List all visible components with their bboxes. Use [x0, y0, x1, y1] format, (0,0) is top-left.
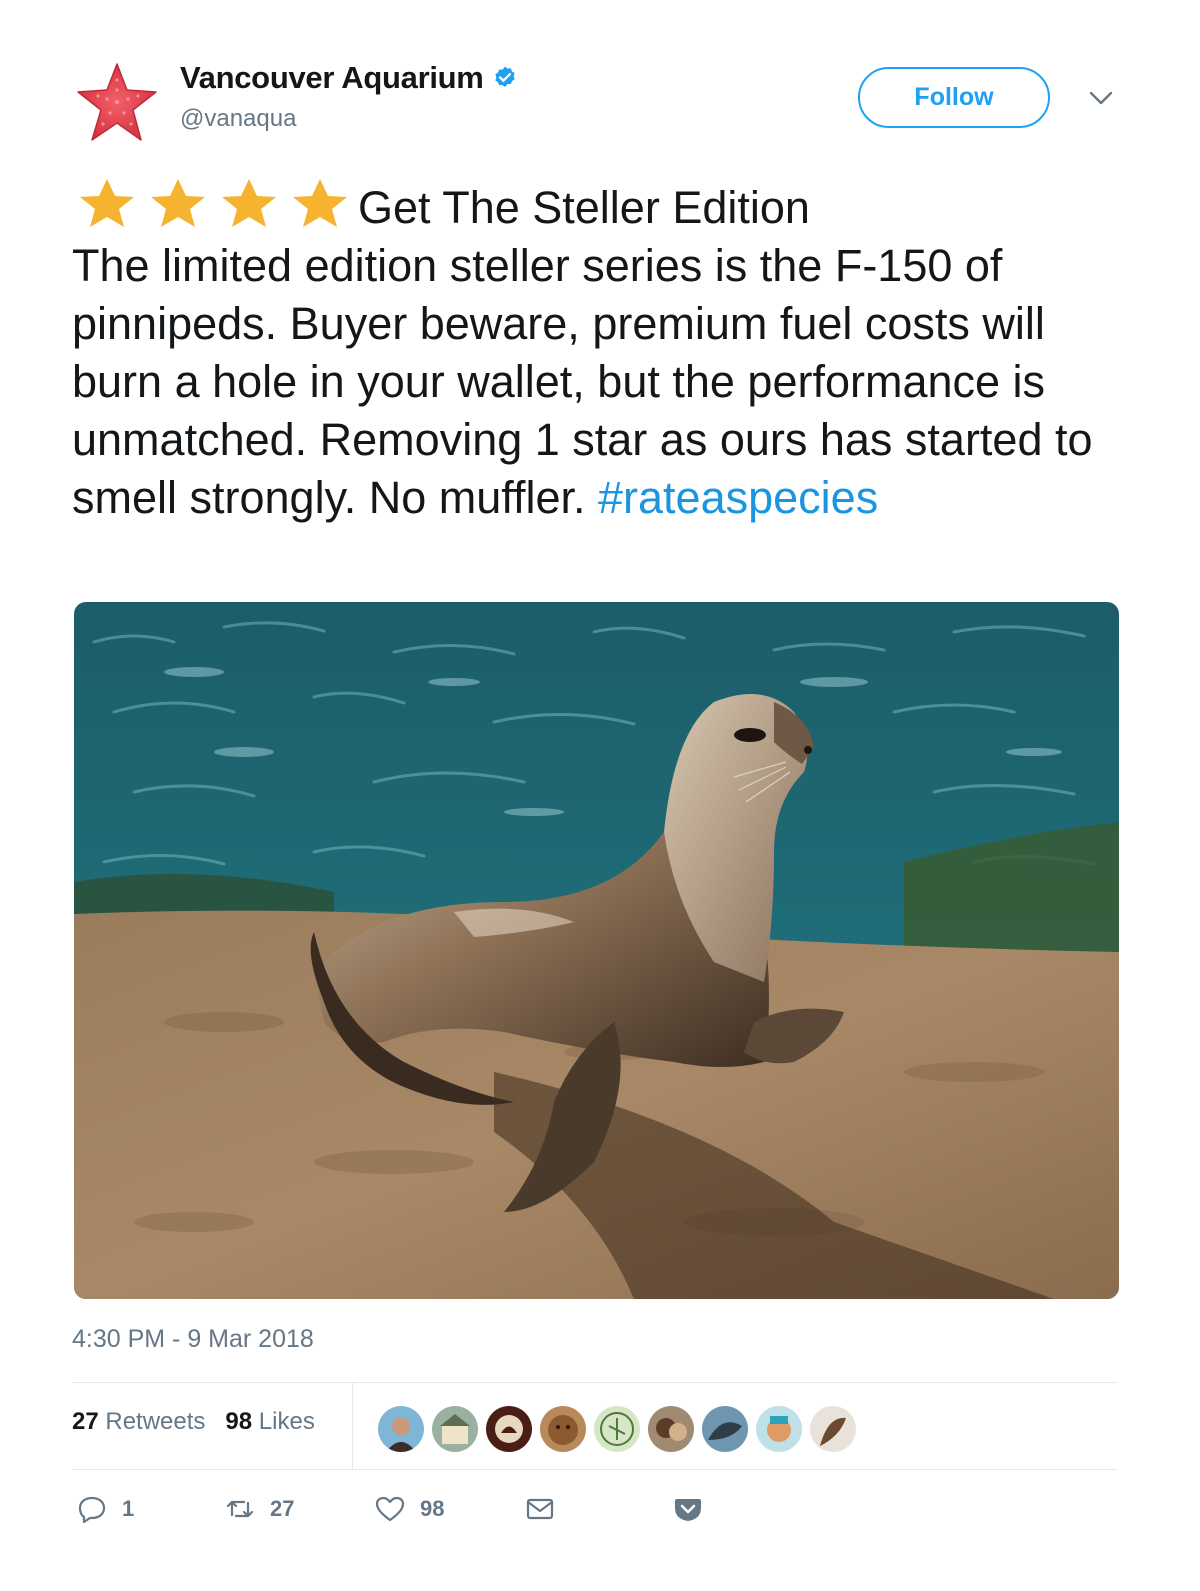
tweet-body: The limited edition steller series is th…	[72, 240, 1093, 523]
verified-badge-icon	[494, 66, 515, 87]
starfish-logo-icon	[77, 63, 157, 141]
tweet-headline: Get The Steller Edition	[358, 182, 810, 233]
retweet-icon	[226, 1500, 254, 1518]
envelope-icon	[526, 1498, 554, 1520]
tweet-photo[interactable]	[74, 602, 1119, 1299]
retweets-stat[interactable]: 27 Retweets	[72, 1408, 205, 1436]
retweets-label: Retweets	[105, 1408, 206, 1435]
chevron-down-icon	[1089, 91, 1113, 105]
stats-divider	[352, 1383, 353, 1469]
display-name[interactable]: Vancouver Aquarium	[180, 60, 518, 96]
more-menu-button[interactable]	[1086, 86, 1116, 110]
retweet-count: 27	[270, 1496, 295, 1521]
retweet-button[interactable]: 27	[224, 1493, 294, 1525]
divider	[72, 1382, 1117, 1383]
reply-button[interactable]: 1	[76, 1493, 134, 1525]
follow-button[interactable]: Follow	[858, 67, 1050, 128]
divider	[72, 1469, 1117, 1470]
liker-avatar[interactable]	[700, 1404, 750, 1454]
tweet-timestamp[interactable]: 4:30 PM - 9 Mar 2018	[72, 1325, 314, 1354]
liker-avatar[interactable]	[808, 1404, 858, 1454]
liker-avatar[interactable]	[592, 1404, 642, 1454]
star-icon	[80, 179, 134, 227]
liker-avatar[interactable]	[430, 1404, 480, 1454]
tweet-text: Get The Steller Edition The limited edit…	[72, 177, 1132, 527]
retweets-count: 27	[72, 1408, 99, 1435]
likes-stat[interactable]: 98 Likes	[225, 1408, 314, 1436]
like-button[interactable]: 98	[374, 1493, 444, 1525]
star-icon	[222, 179, 276, 227]
account-handle[interactable]: @vanaqua	[180, 105, 296, 133]
pocket-icon	[675, 1499, 701, 1521]
reply-icon	[78, 1496, 106, 1524]
liker-avatar[interactable]	[754, 1404, 804, 1454]
star-icon	[293, 179, 347, 227]
sea-lion-photo	[74, 602, 1119, 1299]
likes-label: Likes	[258, 1408, 315, 1435]
account-avatar[interactable]	[74, 60, 160, 146]
hashtag-link[interactable]: #rateaspecies	[598, 472, 878, 523]
liker-avatars	[376, 1404, 858, 1454]
likes-count: 98	[225, 1408, 253, 1435]
heart-icon	[375, 1496, 405, 1522]
like-count: 98	[420, 1496, 445, 1521]
star-icon	[151, 179, 205, 227]
tweet-actions: 1 27 98	[76, 1493, 776, 1533]
liker-avatar[interactable]	[538, 1404, 588, 1454]
liker-avatar[interactable]	[376, 1404, 426, 1454]
tweet-stats: 27 Retweets 98 Likes	[72, 1408, 315, 1436]
rating-stars	[72, 177, 356, 229]
direct-message-button[interactable]	[524, 1493, 556, 1525]
reply-count: 1	[122, 1496, 135, 1521]
liker-avatar[interactable]	[646, 1404, 696, 1454]
liker-avatar[interactable]	[484, 1404, 534, 1454]
pocket-button[interactable]	[672, 1493, 704, 1525]
display-name-text: Vancouver Aquarium	[180, 60, 484, 95]
